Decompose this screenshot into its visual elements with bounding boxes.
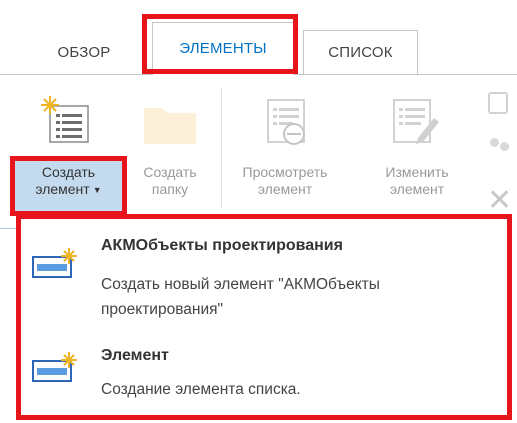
edit-item-label: Изменить элемент: [372, 164, 462, 198]
menu-item-description: Создание элемента списка.: [101, 381, 301, 398]
new-item-icon: [32, 248, 77, 278]
view-item-label: Просмотреть элемент: [230, 164, 340, 198]
menu-item-title: Элемент: [101, 347, 169, 364]
menu-item-akm-objects[interactable]: АКМОбъекты проектирования Создать новый …: [21, 219, 507, 329]
shared-with-icon[interactable]: [490, 138, 512, 158]
folder-icon: [144, 108, 196, 144]
edit-item-icon: [393, 99, 439, 144]
view-item-icon: [267, 99, 305, 145]
create-folder-line1: Создать: [143, 164, 197, 180]
menu-item-title: АКМОбъекты проектирования: [101, 237, 343, 254]
tab-items-highlight: [142, 14, 298, 74]
tab-overview-label: ОБЗОР: [57, 43, 111, 61]
menu-item-element[interactable]: Элемент Создание элемента списка.: [21, 337, 507, 417]
new-item-dropdown-menu: АКМОбъекты проектирования Создать новый …: [16, 214, 512, 420]
view-item-line1: Просмотреть: [242, 164, 328, 180]
edit-item-line1: Изменить: [385, 164, 449, 180]
left-guide-line: [0, 228, 16, 229]
view-item-line2: элемент: [257, 181, 313, 197]
new-item-icon: [41, 96, 89, 143]
tab-list[interactable]: СПИСОК: [303, 30, 418, 74]
ribbon-separator: [221, 88, 222, 208]
tab-overview[interactable]: ОБЗОР: [34, 30, 134, 74]
new-item-icon: [32, 352, 77, 382]
create-folder-label: Создать папку: [130, 164, 210, 198]
create-folder-line2: папку: [151, 181, 189, 197]
menu-item-description: Создать новый элемент "АКМОбъекты проект…: [101, 276, 380, 318]
version-history-icon[interactable]: [488, 92, 508, 114]
tab-list-label: СПИСОК: [328, 44, 393, 61]
delete-icon[interactable]: ✕: [487, 186, 512, 216]
create-item-highlight: [10, 156, 127, 216]
ribbon-tab-bar: ОБЗОР ЭЛЕМЕНТЫ СПИСОК: [0, 0, 517, 82]
edit-item-line2: элемент: [389, 181, 445, 197]
